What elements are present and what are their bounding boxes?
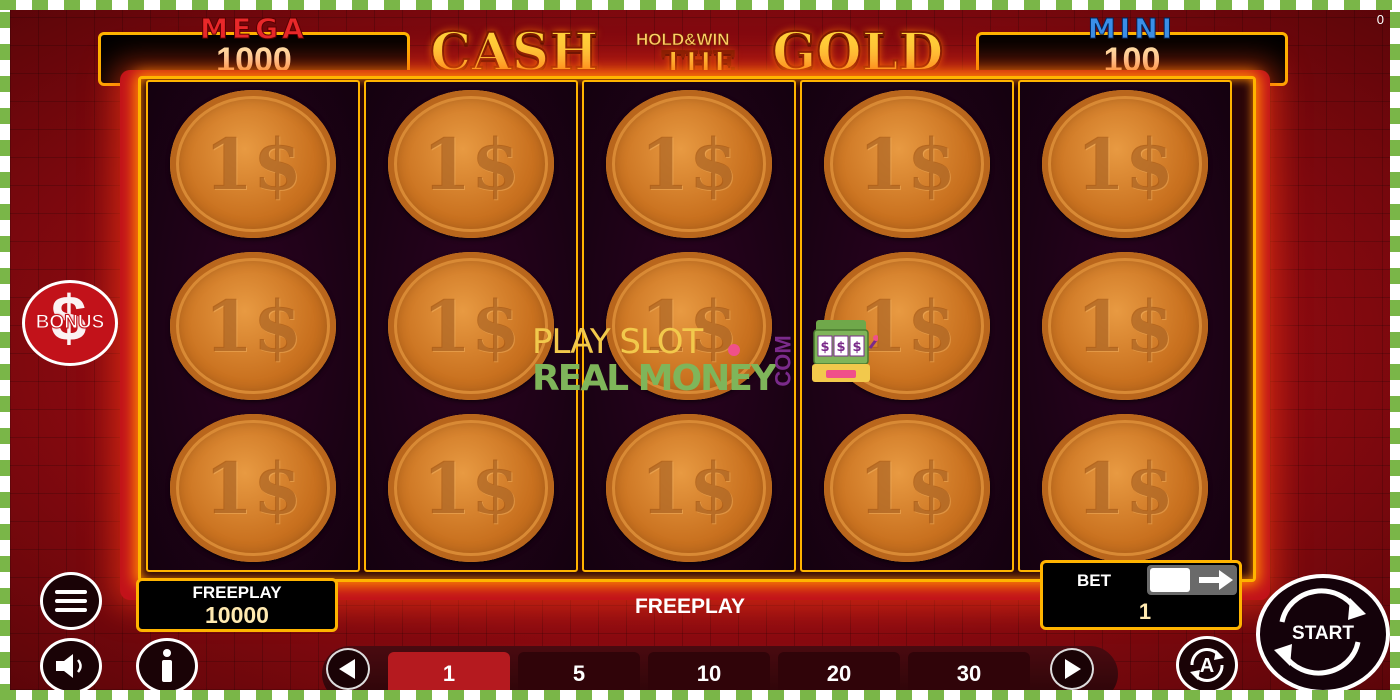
reel-column: 1$ 1$ 1$ [1018,80,1232,572]
coin-glyph: 1$ [640,122,738,206]
watermark-suffix: COM [770,335,796,387]
coin-symbol: 1$ [824,90,990,238]
autoplay-button[interactable]: A [1176,636,1238,690]
watermark-line1: PLAY SLOT [532,322,703,362]
triangle-left-icon [339,659,355,679]
coin-symbol: 1$ [170,252,336,400]
bonus-button[interactable]: $ BONUS [22,280,118,366]
mega-jackpot-label: MEGA [200,12,308,45]
reel-column: 1$ 1$ 1$ [146,80,360,572]
menu-icon [55,590,87,612]
info-button[interactable] [136,638,198,690]
coin-glyph: 1$ [204,122,302,206]
status-text: FREEPLAY [634,595,746,618]
menu-button[interactable] [40,572,102,630]
coin-glyph: 1$ [1076,446,1174,530]
arrow-right-icon [1199,570,1233,590]
bet-box: BET 1 [1040,560,1242,630]
autoplay-icon: A [1190,647,1224,683]
coin-glyph: 1$ [204,284,302,368]
bet-option-1[interactable]: 1 [388,652,510,690]
freeplay-balance-box: FREEPLAY 10000 [136,578,338,632]
bet-toggle[interactable] [1147,565,1237,595]
bonus-label: BONUS [35,312,105,334]
svg-text:A: A [1200,655,1214,677]
coin-glyph: 1$ [858,122,956,206]
coin-symbol: 1$ [388,414,554,562]
bet-prev-button[interactable] [326,648,370,690]
bet-option-20[interactable]: 20 [778,652,900,690]
svg-text:$: $ [836,340,845,355]
freeplay-balance-label: FREEPLAY [192,583,282,602]
slot-machine-icon: $ $ $ [812,318,879,386]
coin-symbol: 1$ [170,90,336,238]
coin-glyph: 1$ [422,284,520,368]
corner-counter: 0 [1376,12,1384,27]
bet-label: BET [1077,571,1111,590]
bet-next-button[interactable] [1050,648,1094,690]
start-label: START [1292,623,1354,644]
bet-toggle-knob [1150,568,1190,592]
mini-jackpot-label: MINI [1087,12,1177,45]
coin-glyph: 1$ [1076,122,1174,206]
sound-button[interactable] [40,638,102,690]
coin-symbol: 1$ [606,414,772,562]
coin-symbol: 1$ [170,414,336,562]
coin-glyph: 1$ [640,446,738,530]
coin-glyph: 1$ [204,446,302,530]
watermark-dot-icon [728,344,740,356]
freeplay-balance-value: 10000 [205,602,269,628]
svg-text:$: $ [820,340,829,355]
bet-option-30[interactable]: 30 [908,652,1030,690]
coin-glyph: 1$ [858,446,956,530]
coin-glyph: 1$ [422,446,520,530]
coin-symbol: 1$ [1042,90,1208,238]
speaker-icon [56,654,82,678]
coin-symbol: 1$ [824,414,990,562]
game-stage: 0 MEGA 1000 MINI 100 CASH HOLD&WIN THE G… [10,10,1390,690]
bet-option-10[interactable]: 10 [648,652,770,690]
bet-value: 1 [1138,599,1152,624]
coin-glyph: 1$ [422,122,520,206]
coin-symbol: 1$ [388,90,554,238]
triangle-right-icon [1065,659,1081,679]
coin-symbol: 1$ [606,90,772,238]
watermark-line2: REAL MONEY [532,358,777,399]
coin-symbol: 1$ [1042,414,1208,562]
start-button[interactable]: START [1256,574,1390,690]
bet-option-5[interactable]: 5 [518,652,640,690]
coin-glyph: 1$ [1076,284,1174,368]
coin-symbol: 1$ [1042,252,1208,400]
coin-symbol: 1$ [388,252,554,400]
info-icon [162,649,172,682]
svg-text:$: $ [852,340,861,355]
